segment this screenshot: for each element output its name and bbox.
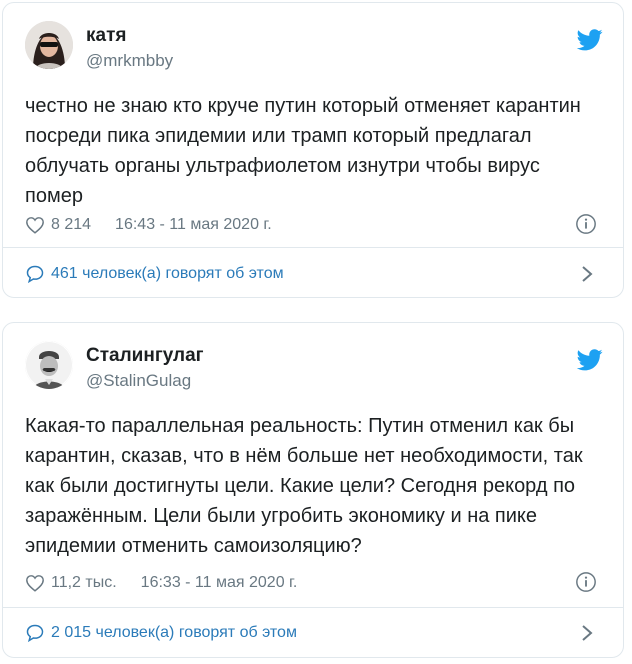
tweet-header: Сталингулаг @StalinGulag bbox=[25, 341, 603, 393]
user-handle[interactable]: @StalinGulag bbox=[86, 371, 191, 391]
conversation-link[interactable]: 2 015 человек(а) говорят об этом bbox=[25, 619, 603, 647]
display-name[interactable]: Сталингулаг bbox=[86, 345, 204, 367]
divider bbox=[3, 247, 623, 248]
avatar[interactable] bbox=[25, 21, 73, 69]
twitter-bird-icon[interactable] bbox=[577, 29, 603, 51]
tweet-card[interactable]: катя @mrkmbby честно не знаю кто круче п… bbox=[2, 2, 624, 298]
speech-bubble-icon bbox=[26, 624, 44, 643]
tweet-text: честно не знаю кто круче путин который о… bbox=[25, 95, 581, 207]
tweet-text: Какая-то параллельная реальность: Путин … bbox=[25, 415, 583, 557]
like-count[interactable]: 11,2 тыс. bbox=[51, 574, 117, 592]
avatar[interactable] bbox=[25, 341, 73, 389]
user-handle[interactable]: @mrkmbby bbox=[86, 51, 173, 71]
tweet-meta: 11,2 тыс. 16:33 - 11 мая 2020 г. bbox=[25, 571, 603, 595]
conversation-link[interactable]: 461 человек(а) говорят об этом bbox=[25, 260, 603, 288]
speech-bubble-icon bbox=[26, 265, 44, 284]
tweet-card[interactable]: Сталингулаг @StalinGulag Какая-то паралл… bbox=[2, 322, 624, 658]
conversation-count[interactable]: 2 015 человек(а) говорят об этом bbox=[51, 624, 297, 642]
timestamp[interactable]: 16:43 - 11 мая 2020 г. bbox=[115, 216, 272, 234]
like-count[interactable]: 8 214 bbox=[51, 216, 91, 234]
chevron-right-icon[interactable] bbox=[581, 266, 593, 282]
heart-icon[interactable] bbox=[25, 574, 45, 592]
heart-icon[interactable] bbox=[25, 216, 45, 234]
chevron-right-icon[interactable] bbox=[581, 625, 593, 641]
info-icon[interactable] bbox=[575, 571, 597, 593]
twitter-bird-icon[interactable] bbox=[577, 349, 603, 371]
conversation-count[interactable]: 461 человек(а) говорят об этом bbox=[51, 265, 284, 283]
display-name[interactable]: катя bbox=[86, 25, 126, 47]
timestamp[interactable]: 16:33 - 11 мая 2020 г. bbox=[141, 574, 298, 592]
tweet-meta: 8 214 16:43 - 11 мая 2020 г. bbox=[25, 213, 603, 237]
tweet-header: катя @mrkmbby bbox=[25, 21, 603, 73]
info-icon[interactable] bbox=[575, 213, 597, 235]
divider bbox=[3, 607, 623, 608]
